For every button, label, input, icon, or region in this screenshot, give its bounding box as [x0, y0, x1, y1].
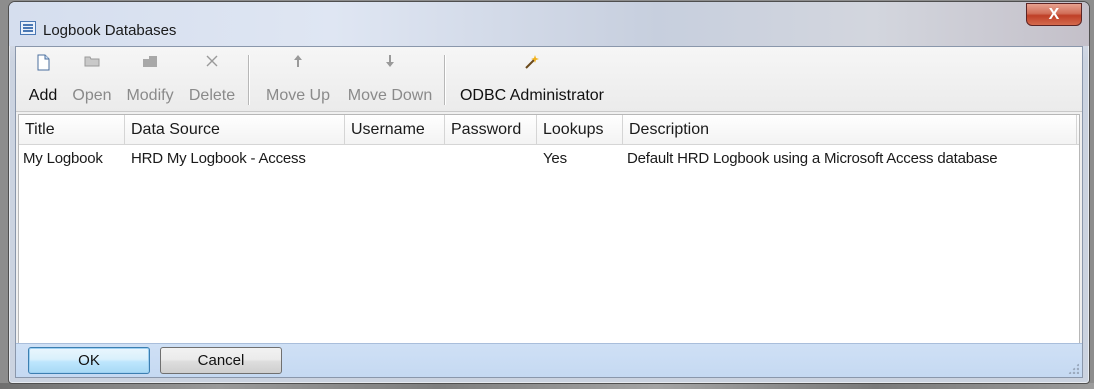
- list-window-icon: [20, 21, 36, 35]
- toolbar-separator: [248, 55, 249, 105]
- open-button[interactable]: Open: [66, 51, 118, 109]
- delete-x-icon: [204, 54, 220, 70]
- dialog-body: Add Open Modify Delete Move Up Move Down…: [15, 46, 1083, 378]
- new-file-icon: [35, 54, 51, 71]
- arrow-up-icon: [290, 54, 306, 70]
- cancel-button[interactable]: Cancel: [160, 347, 282, 374]
- modify-button[interactable]: Modify: [118, 51, 182, 109]
- cell-lookups: Yes: [543, 150, 567, 167]
- cell-title: My Logbook: [23, 150, 103, 167]
- cell-description: Default HRD Logbook using a Microsoft Ac…: [627, 150, 998, 167]
- table-row[interactable]: My Logbook HRD My Logbook - Access Yes D…: [19, 146, 1079, 172]
- column-header-data-source[interactable]: Data Source: [125, 115, 345, 145]
- magic-wand-icon: [524, 54, 540, 70]
- logbook-list[interactable]: Title Data Source Username Password Look…: [18, 114, 1080, 351]
- cell-data-source: HRD My Logbook - Access: [131, 150, 306, 167]
- toolbar-separator: [444, 55, 445, 105]
- title-bar[interactable]: Logbook Databases X: [9, 2, 1089, 46]
- ok-button[interactable]: OK: [28, 347, 150, 374]
- column-header-title[interactable]: Title: [19, 115, 125, 145]
- move-up-button[interactable]: Move Up: [254, 51, 342, 109]
- move-down-button[interactable]: Move Down: [342, 51, 438, 109]
- logbook-databases-dialog: Logbook Databases X Add Open Modify Dele…: [8, 1, 1090, 384]
- add-button[interactable]: Add: [20, 51, 66, 109]
- open-folder-icon: [84, 54, 100, 70]
- delete-button[interactable]: Delete: [182, 51, 242, 109]
- button-bar: OK Cancel: [16, 343, 1082, 377]
- odbc-administrator-button[interactable]: ODBC Administrator: [450, 51, 614, 109]
- arrow-down-icon: [382, 54, 398, 70]
- list-header: Title Data Source Username Password Look…: [19, 115, 1079, 145]
- column-header-password[interactable]: Password: [445, 115, 537, 145]
- column-header-username[interactable]: Username: [345, 115, 445, 145]
- toolbar: Add Open Modify Delete Move Up Move Down…: [16, 47, 1082, 112]
- window-title: Logbook Databases: [43, 22, 177, 39]
- modify-icon: [142, 54, 158, 70]
- column-header-lookups[interactable]: Lookups: [537, 115, 623, 145]
- column-header-description[interactable]: Description: [623, 115, 1077, 145]
- close-button[interactable]: X: [1026, 3, 1082, 26]
- resize-grip[interactable]: [1068, 363, 1079, 374]
